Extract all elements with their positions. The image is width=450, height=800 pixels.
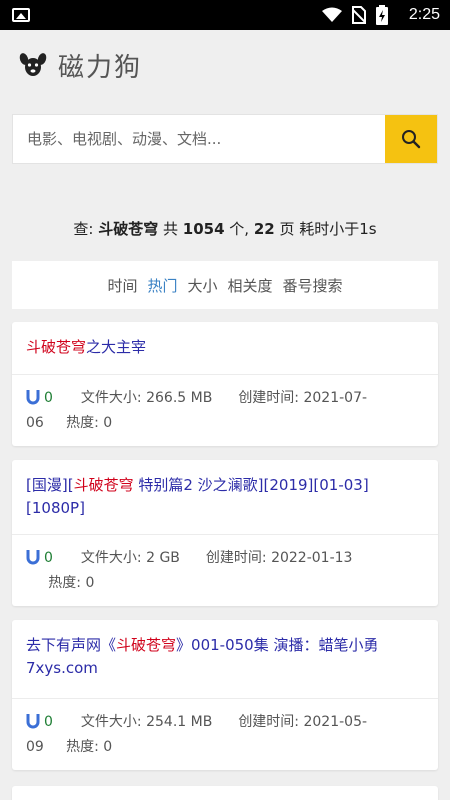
result-card[interactable]: 斗破苍穹之大主宰 0 文件大小: 266.5 MB 创建时间: 2021-07- 06… bbox=[12, 322, 438, 446]
summary-text: 共 bbox=[158, 220, 183, 238]
status-bar: 2:25 bbox=[0, 0, 450, 30]
search-bar bbox=[12, 114, 438, 164]
dog-paw-logo-icon bbox=[19, 53, 47, 76]
result-title[interactable]: 去下有声网《斗破苍穹》001-050集 演播：蜡笔小勇 7xys.com bbox=[12, 620, 438, 680]
result-title[interactable]: [国漫][斗破苍穹 特别篇2 沙之澜歌][2019][01-03][1080P] bbox=[12, 460, 438, 520]
result-meta: 0 文件大小: 254.1 MB 创建时间: 2021-05- 09 热度: 0 bbox=[26, 710, 424, 760]
file-size: 254.1 MB bbox=[146, 714, 213, 730]
result-meta: 0 文件大小: 2 GB 创建时间: 2022-01-13 热度: 0 bbox=[26, 546, 424, 596]
search-icon bbox=[402, 130, 421, 149]
tab-code-search[interactable]: 番号搜索 bbox=[283, 275, 343, 296]
size-label: 文件大小: bbox=[80, 714, 142, 730]
title-highlight: 斗破苍穹 bbox=[73, 476, 134, 494]
title-text: 之大主宰 bbox=[86, 338, 147, 356]
title-highlight: 斗破苍穹 bbox=[26, 338, 87, 356]
heat-label: 热度: bbox=[66, 739, 99, 755]
wifi-icon bbox=[322, 7, 342, 22]
divider bbox=[12, 698, 438, 699]
tab-size[interactable]: 大小 bbox=[187, 275, 217, 296]
seed-count: 0 bbox=[44, 390, 53, 406]
divider bbox=[12, 374, 438, 375]
divider bbox=[12, 534, 438, 535]
sort-tabs: 时间 热门 大小 相关度 番号搜索 bbox=[12, 261, 438, 309]
created-label: 创建时间: bbox=[205, 550, 267, 566]
created-date: 2022-01-13 bbox=[271, 550, 353, 566]
result-card[interactable] bbox=[12, 786, 438, 800]
file-size: 266.5 MB bbox=[146, 390, 213, 406]
summary-text: 页 耗时小于1s bbox=[274, 220, 377, 238]
heat-value: 0 bbox=[103, 415, 113, 431]
summary-query: 斗破苍穹 bbox=[98, 220, 159, 238]
image-notification-icon bbox=[12, 8, 30, 22]
size-label: 文件大小: bbox=[80, 550, 142, 566]
tab-relevance[interactable]: 相关度 bbox=[228, 275, 273, 296]
app-title: 磁力狗 bbox=[58, 53, 143, 83]
tab-time[interactable]: 时间 bbox=[107, 275, 137, 296]
title-highlight: 斗破苍穹 bbox=[116, 636, 177, 654]
created-date-cont: 06 bbox=[26, 415, 44, 431]
magnet-icon bbox=[26, 550, 40, 565]
heat-value: 0 bbox=[85, 575, 95, 591]
seed-count: 0 bbox=[44, 714, 53, 730]
no-sim-icon bbox=[352, 6, 366, 24]
created-label: 创建时间: bbox=[238, 390, 300, 406]
app-header: 磁力狗 bbox=[0, 30, 450, 100]
battery-charging-icon bbox=[376, 5, 388, 25]
created-date-cont: 09 bbox=[26, 739, 44, 755]
created-date: 2021-05- bbox=[303, 714, 368, 730]
result-title[interactable]: 斗破苍穹之大主宰 bbox=[12, 322, 438, 359]
heat-label: 热度: bbox=[66, 415, 99, 431]
search-input[interactable] bbox=[13, 115, 385, 163]
result-card[interactable]: [国漫][斗破苍穹 特别篇2 沙之澜歌][2019][01-03][1080P]… bbox=[12, 460, 438, 606]
size-label: 文件大小: bbox=[80, 390, 142, 406]
status-time: 2:25 bbox=[408, 6, 440, 23]
search-summary: 查: 斗破苍穹 共 1054 个, 22 页 耗时小于1s bbox=[0, 218, 450, 239]
heat-label: 热度: bbox=[48, 575, 81, 591]
title-text: 去下有声网《 bbox=[26, 636, 117, 654]
status-icons bbox=[322, 5, 388, 25]
seed-count: 0 bbox=[44, 550, 53, 566]
result-meta: 0 文件大小: 266.5 MB 创建时间: 2021-07- 06 热度: 0 bbox=[26, 386, 424, 436]
tab-popular[interactable]: 热门 bbox=[147, 275, 177, 296]
result-card[interactable]: 去下有声网《斗破苍穹》001-050集 演播：蜡笔小勇 7xys.com 0 文件… bbox=[12, 620, 438, 770]
search-button[interactable] bbox=[385, 115, 437, 163]
summary-count: 1054 bbox=[182, 220, 225, 238]
created-label: 创建时间: bbox=[238, 714, 300, 730]
magnet-icon bbox=[26, 714, 40, 729]
created-date: 2021-07- bbox=[303, 390, 368, 406]
summary-prefix: 查: bbox=[73, 220, 99, 238]
title-text: [国漫][ bbox=[26, 476, 74, 494]
magnet-icon bbox=[26, 390, 40, 405]
summary-text: 个, bbox=[224, 220, 254, 238]
summary-pages: 22 bbox=[253, 220, 275, 238]
heat-value: 0 bbox=[103, 739, 113, 755]
file-size: 2 GB bbox=[146, 550, 180, 566]
